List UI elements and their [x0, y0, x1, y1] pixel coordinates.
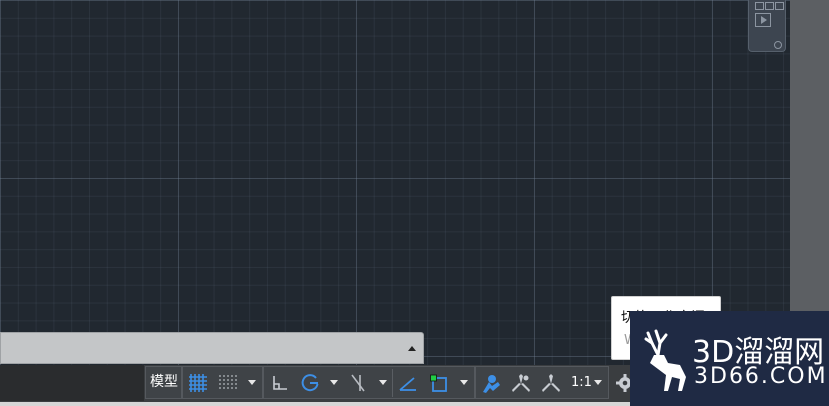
- watermark-domain: 3D66.COM: [694, 364, 828, 389]
- grid-icon[interactable]: [187, 372, 209, 394]
- polar-tracking-icon[interactable]: [299, 372, 321, 394]
- isodraft-dropdown-caret-icon[interactable]: [379, 380, 387, 385]
- play-icon[interactable]: [755, 13, 771, 27]
- panel-settings-icon[interactable]: [774, 41, 782, 49]
- viewport-layout-icon[interactable]: [755, 2, 784, 10]
- ortho-icon[interactable]: [269, 372, 291, 394]
- watermark: 3D溜溜网 3D66.COM: [630, 311, 829, 406]
- command-history-arrow-icon[interactable]: [408, 346, 416, 351]
- osnap-dropdown-caret-icon[interactable]: [460, 380, 468, 385]
- deer-logo-icon: [636, 321, 692, 399]
- model-space-button[interactable]: 模型: [147, 366, 181, 399]
- divider: [392, 369, 393, 397]
- status-bar-left-area: [0, 365, 144, 401]
- annotation-scale-value[interactable]: 1:1: [571, 366, 592, 399]
- command-line[interactable]: [0, 332, 424, 364]
- scale-dropdown-caret-icon[interactable]: [594, 380, 602, 385]
- auto-scale-icon[interactable]: [510, 372, 532, 394]
- vertical-scrollbar-area[interactable]: [790, 0, 829, 312]
- isometric-drafting-icon[interactable]: [347, 372, 369, 394]
- object-snap-tracking-icon[interactable]: [397, 372, 419, 394]
- snap-dropdown-caret-icon[interactable]: [248, 380, 256, 385]
- snap-mode-icon[interactable]: [216, 372, 238, 394]
- navigation-panel[interactable]: [748, 0, 786, 52]
- polar-dropdown-caret-icon[interactable]: [330, 380, 338, 385]
- object-snap-icon[interactable]: [429, 372, 451, 394]
- annotation-scale-icon[interactable]: [540, 372, 562, 394]
- annotation-visibility-icon[interactable]: [480, 372, 502, 394]
